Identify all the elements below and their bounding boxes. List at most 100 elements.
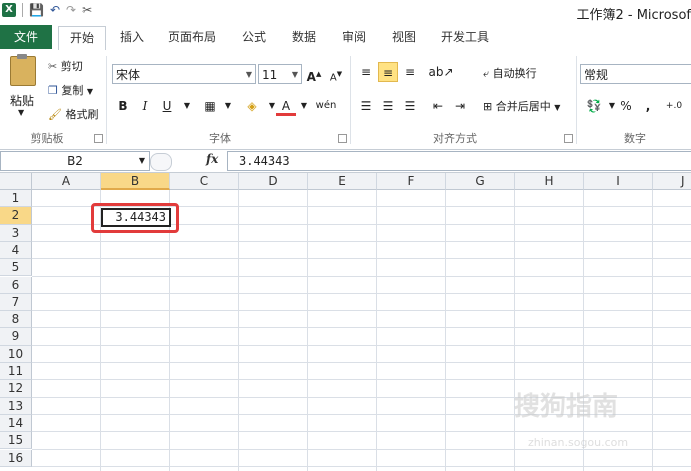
tab-view[interactable]: 视图	[384, 26, 424, 49]
group-divider	[576, 56, 577, 144]
align-bottom-icon[interactable]: ≡	[400, 62, 420, 82]
decrease-indent-icon[interactable]: ⇤	[428, 96, 448, 116]
gridline	[583, 190, 584, 471]
column-header-h[interactable]: H	[515, 173, 584, 190]
row-header-9[interactable]: 9	[0, 328, 32, 346]
gridline	[514, 190, 515, 471]
shrink-font-button[interactable]: A▼	[326, 64, 346, 84]
alignment-launcher-icon[interactable]	[564, 134, 573, 143]
row-header-5[interactable]: 5	[0, 259, 32, 277]
column-header-i[interactable]: I	[584, 173, 653, 190]
border-dropdown-icon[interactable]: ▼	[218, 96, 238, 116]
redo-icon[interactable]: ↷	[66, 3, 76, 17]
merge-center-button[interactable]: ⊞ 合并后居中 ▼	[483, 98, 560, 114]
italic-button[interactable]: I	[135, 96, 155, 116]
row-header-2[interactable]: 2	[0, 207, 32, 225]
undo-icon[interactable]: ↶	[50, 3, 60, 17]
customize-icon[interactable]: ✂	[82, 3, 92, 17]
row-header-11[interactable]: 11	[0, 363, 32, 381]
merge-center-label: 合并后居中	[495, 100, 551, 113]
name-box[interactable]: B2 ▼	[0, 151, 150, 171]
gridline	[307, 190, 308, 471]
column-header-b[interactable]: B	[101, 173, 170, 190]
formula-bar: B2 ▼ fx 3.44343	[0, 150, 691, 173]
row-header-13[interactable]: 13	[0, 397, 32, 415]
gridline	[445, 190, 446, 471]
insert-function-icon[interactable]: fx	[206, 152, 218, 166]
row-header-8[interactable]: 8	[0, 311, 32, 329]
tab-file[interactable]: 文件	[0, 25, 52, 49]
formula-bar-resize-handle[interactable]	[150, 153, 172, 171]
row-header-14[interactable]: 14	[0, 414, 32, 433]
column-header-a[interactable]: A	[32, 173, 101, 190]
font-launcher-icon[interactable]	[338, 134, 347, 143]
column-header-j[interactable]: J	[653, 173, 691, 190]
column-header-d[interactable]: D	[239, 173, 308, 190]
column-header-g[interactable]: G	[446, 173, 515, 190]
clipboard-launcher-icon[interactable]	[94, 134, 103, 143]
font-color-dropdown-icon[interactable]: ▼	[294, 96, 314, 116]
wrap-text-button[interactable]: ⤶ 自动换行	[483, 65, 537, 81]
gridline	[32, 258, 691, 260]
tab-home[interactable]: 开始	[58, 26, 106, 51]
column-header-c[interactable]: C	[170, 173, 239, 190]
gridline	[32, 379, 691, 381]
paste-icon[interactable]	[10, 54, 36, 86]
row-header-1[interactable]: 1	[0, 190, 32, 208]
orientation-icon[interactable]: ab↗	[428, 62, 454, 82]
save-icon[interactable]: 💾	[29, 3, 44, 17]
align-top-icon[interactable]: ≡	[356, 62, 376, 82]
tab-formulas[interactable]: 公式	[234, 26, 274, 49]
font-size-combo[interactable]: 11 ▼	[258, 64, 302, 84]
tab-developer[interactable]: 开发工具	[434, 26, 496, 49]
font-color-icon[interactable]: A	[276, 96, 296, 116]
row-header-3[interactable]: 3	[0, 224, 32, 242]
comma-button[interactable]: ,	[638, 96, 658, 116]
grow-font-button[interactable]: A▲	[304, 64, 324, 84]
row-header-16[interactable]: 16	[0, 449, 32, 467]
border-button[interactable]: ▦	[200, 96, 220, 116]
fill-color-icon[interactable]: ◈	[242, 96, 262, 116]
align-middle-icon[interactable]: ≡	[378, 62, 398, 82]
brush-icon: 🖌	[48, 108, 62, 121]
tab-review[interactable]: 审阅	[334, 26, 374, 49]
align-center-icon[interactable]: ☰	[378, 96, 398, 116]
row-header-12[interactable]: 12	[0, 380, 32, 398]
window-title: 工作簿2 - Microsof	[576, 8, 691, 23]
currency-icon[interactable]: 💱	[584, 96, 604, 116]
tab-insert[interactable]: 插入	[112, 26, 152, 49]
column-header-f[interactable]: F	[377, 173, 446, 190]
cut-button[interactable]: ✂ 剪切	[48, 58, 83, 74]
paste-button[interactable]: 粘贴	[10, 92, 34, 109]
number-group-label: 数字	[624, 132, 646, 145]
tab-data[interactable]: 数据	[284, 26, 324, 49]
increase-decimal-icon[interactable]: +.0	[664, 96, 684, 116]
row-header-10[interactable]: 10	[0, 345, 32, 363]
number-format-combo[interactable]: 常规	[580, 64, 691, 84]
format-painter-button[interactable]: 🖌 格式刷	[48, 106, 98, 122]
underline-dropdown-icon[interactable]: ▼	[177, 96, 197, 116]
row-header-7[interactable]: 7	[0, 293, 32, 312]
row-header-4[interactable]: 4	[0, 241, 32, 260]
column-header-e[interactable]: E	[308, 173, 377, 190]
select-all-corner[interactable]	[0, 173, 32, 190]
gridline	[32, 292, 691, 294]
row-header-6[interactable]: 6	[0, 276, 32, 294]
align-right-icon[interactable]: ☰	[400, 96, 420, 116]
excel-app-icon[interactable]: X	[2, 3, 16, 17]
paste-dropdown-icon[interactable]: ▼	[18, 108, 24, 117]
percent-button[interactable]: %	[616, 96, 636, 116]
align-left-icon[interactable]: ☰	[356, 96, 376, 116]
font-name-combo[interactable]: 宋体 ▼	[112, 64, 256, 84]
copy-button[interactable]: ❐ 复制 ▼	[48, 82, 93, 98]
watermark-url: zhinan.sogou.com	[528, 436, 629, 449]
row-header-15[interactable]: 15	[0, 432, 32, 450]
phonetic-icon[interactable]: wén	[314, 96, 338, 116]
increase-indent-icon[interactable]: ⇥	[450, 96, 470, 116]
underline-button[interactable]: U	[157, 96, 177, 116]
formula-input[interactable]: 3.44343	[227, 151, 691, 171]
bold-button[interactable]: B	[113, 96, 133, 116]
tab-page-layout[interactable]: 页面布局	[164, 26, 220, 49]
gridline	[652, 190, 653, 471]
gridline	[32, 240, 691, 242]
